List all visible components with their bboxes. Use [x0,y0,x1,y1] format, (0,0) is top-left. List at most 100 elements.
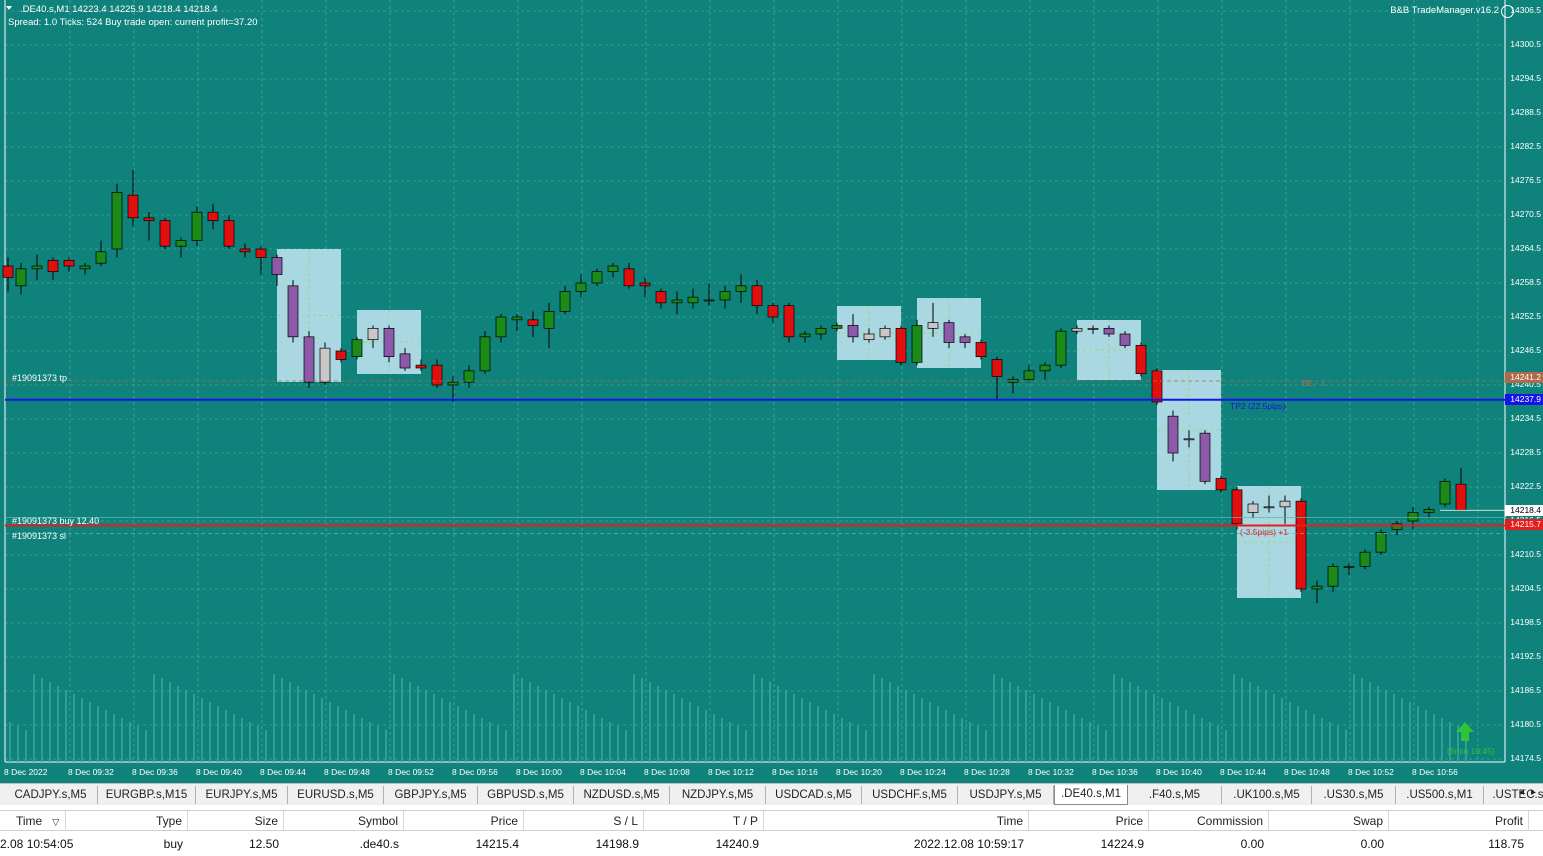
candle-body [943,322,955,343]
sl-line-label: #19091373 sl [12,531,67,541]
column-header[interactable]: Commission [1149,811,1269,831]
chart-tab[interactable]: USDCAD.s,M5 [766,786,862,804]
collapse-icon[interactable] [6,6,12,10]
candle-body [1023,370,1035,380]
price-axis-label: 14300.5 [1510,39,1541,49]
price-chart[interactable]: .DE40.s,M1 14223.4 14225.9 14218.4 14218… [0,0,1543,783]
candle-body [1135,344,1147,375]
time-axis-label: 8 Dec 09:36 [132,767,178,777]
candle-body [431,364,443,386]
candle-body [111,191,123,250]
chart-tab[interactable]: GBPJPY.s,M5 [384,786,478,804]
candle-body [367,327,379,341]
candle-body [271,257,283,275]
chart-tab[interactable]: .UK100.s,M5 [1222,786,1312,804]
table-cell: 14224.9 [1100,837,1144,851]
table-cell: 118.75 [1488,837,1524,851]
time-axis-label: 8 Dec 09:44 [260,767,306,777]
column-header[interactable]: Size [188,811,284,831]
column-header[interactable]: S / L [524,811,644,831]
tab-scroll-right-icon[interactable]: ▸ [1531,787,1536,798]
chart-tab[interactable]: .DE40.s,M1 [1054,785,1128,805]
candle-body [399,353,411,369]
column-header[interactable]: Swap [1269,811,1389,831]
candle-body [767,305,779,318]
price-axis-label: 14228.5 [1510,447,1541,457]
candle-body [911,325,923,363]
table-cell: 14240.9 [715,837,759,851]
column-header[interactable]: Price [1029,811,1149,831]
time-axis-label: 8 Dec 09:56 [452,767,498,777]
column-header-label: Symbol [357,814,398,828]
table-header: Time ▽ Type Size Symbol Price S / L T / P Time Pr… [0,810,1543,831]
price-axis-label: 14282.5 [1510,141,1541,151]
candle-body [79,265,91,270]
price-axis-label: 14222.5 [1510,481,1541,491]
column-header-label: Time [996,814,1023,828]
column-header-label: Commission [1196,814,1263,828]
chart-tab[interactable]: CADJPY.s,M5 [4,786,98,804]
column-header-label: T / P [732,814,758,828]
candle-body [319,347,331,383]
chart-tab[interactable]: GBPUSD.s,M5 [478,786,574,804]
table-cell: 12.50 [248,837,279,851]
table-cell: buy [163,837,183,851]
tab-scroll-left-icon[interactable]: ◂ [1519,787,1524,798]
price-axis-label: 14174.5 [1510,753,1541,763]
chart-tab[interactable]: EURJPY.s,M5 [196,786,288,804]
chart-tab[interactable]: NZDUSD.s,M5 [574,786,670,804]
candle-body [95,251,107,264]
time-axis-label: 8 Dec 2022 [4,767,48,777]
chart-tab[interactable]: .US30.s,M5 [1312,786,1396,804]
chart-tab[interactable]: USDCHF.s,M5 [862,786,958,804]
time-axis-label: 8 Dec 10:16 [772,767,818,777]
candle-body [527,319,539,326]
candle-body [623,268,635,287]
candle-body [895,327,907,363]
column-header-label: Profit [1494,814,1523,828]
chart-tab[interactable]: USDJPY.s,M5 [958,786,1054,804]
table-row[interactable]: 2.08 10:54:05 buy 12.50 .de40.s 14215.4 14198… [0,834,1543,855]
chart-tab[interactable]: NZDJPY.s,M5 [670,786,766,804]
candle-body [639,282,651,287]
candle-body [1423,509,1435,513]
table-cell: 14215.4 [475,837,519,851]
price-axis-label: 14252.5 [1510,311,1541,321]
column-header[interactable]: Time ▽ [0,811,66,831]
chart-tab[interactable]: EURGBP.s,M15 [98,786,196,804]
sort-indicator-icon: ▽ [52,817,60,827]
time-axis-label: 8 Dec 10:40 [1156,767,1202,777]
candle-body [719,291,731,301]
column-header[interactable]: Price [404,811,524,831]
candle-body [1375,531,1387,553]
column-header-label: Size [254,814,278,828]
column-header[interactable]: Time [764,811,1029,831]
entry-price-tag: 14215.7 [1505,519,1543,530]
candle-body [1327,565,1339,587]
column-header[interactable]: T / P [644,811,764,831]
table-cell: 0.00 [1360,837,1384,851]
tp-line-label: #19091373 tp [12,373,68,383]
price-axis-label: 14234.5 [1510,413,1541,423]
column-header-label: Price [490,814,518,828]
candle-body [1039,364,1051,372]
column-header[interactable]: Profit [1389,811,1529,831]
time-axis-label: 8 Dec 10:00 [516,767,562,777]
column-header[interactable]: Symbol [284,811,404,831]
chart-canvas[interactable] [0,0,1543,783]
chart-tab[interactable]: .F40.s,M5 [1128,786,1222,804]
time-axis-label: 8 Dec 10:36 [1092,767,1138,777]
candle-body [799,333,811,338]
column-header-label: Time [16,814,43,828]
chart-tab[interactable]: .US500.s,M1 [1396,786,1484,804]
price-axis-label: 14192.5 [1510,651,1541,661]
table-cell: .de40.s [359,837,399,851]
column-header[interactable]: Type [66,811,188,831]
candle-body [223,220,235,247]
candle-body [143,217,155,222]
time-axis-label: 8 Dec 09:32 [68,767,114,777]
price-axis-label: 14264.5 [1510,243,1541,253]
candle-body [479,336,491,372]
candle-body [975,342,987,358]
chart-tab[interactable]: EURUSD.s,M5 [288,786,384,804]
